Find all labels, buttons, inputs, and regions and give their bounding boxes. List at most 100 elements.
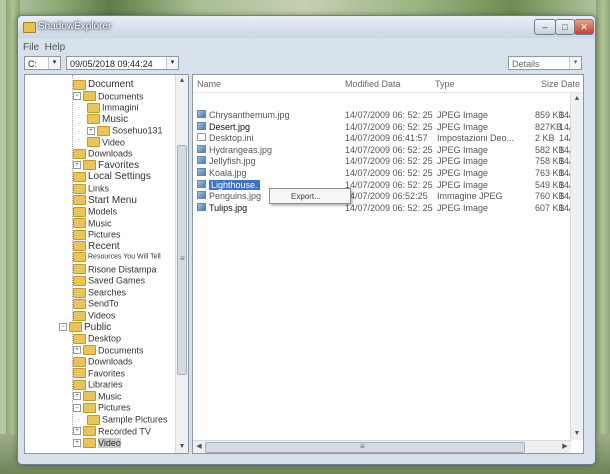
drive-select[interactable]: C: ▾ [24,56,61,70]
list-vertical-scrollbar[interactable]: ▲ ▼ [570,93,583,440]
collapse-icon[interactable]: − [73,92,81,101]
tree-item[interactable]: + Documents [73,345,144,356]
tree-item[interactable]: + Sosehuo131 [87,125,163,136]
tree-item[interactable]: SendTo [73,298,119,310]
tree-item[interactable]: Risone Distampa [73,264,157,275]
scroll-left-icon[interactable]: ◀ [193,441,205,453]
tree-item[interactable]: Music [73,218,112,229]
column-type[interactable]: Type [435,79,455,89]
tree-item[interactable]: + Music [73,391,122,402]
file-type: JPEG Image [437,121,489,132]
tree-item[interactable]: Local Settings [73,171,151,182]
tree-item[interactable]: Video [87,137,125,148]
tree-item[interactable]: − Documents [73,91,144,102]
file-row[interactable]: Koala.jpg 14/07/2009 06: 52: 25 JPEG Image… [195,168,577,179]
tree-item[interactable]: Searches [73,287,126,298]
tree-item[interactable]: − Pictures [73,402,131,414]
tree-item[interactable]: + Favorites [73,160,139,171]
minimize-button[interactable]: – [534,19,556,35]
view-mode-select[interactable]: Details ▾ [508,56,582,70]
tree-item[interactable]: Downloads [73,356,133,367]
column-size[interactable]: Size [541,79,559,89]
list-horizontal-scrollbar[interactable]: ◀ ≡ ▶ [193,440,571,453]
expand-icon[interactable]: + [73,161,81,170]
tree-item[interactable]: Sample Pictures [87,414,168,425]
column-modified[interactable]: Modified Data [345,79,401,89]
file-row[interactable]: Chrysanthemum.jpg 14/07/2009 06: 52: 25 JP… [195,110,582,121]
file-row[interactable]: Lighthouse. 14/07/2009 06: 52: 25 JPEG Ima… [195,179,577,191]
file-name: Hydrangeas.jpg [209,144,273,155]
file-row[interactable]: Penguins.jpg 14/07/2009 06:52:25 Immagine … [195,191,577,202]
tree-item-label: Saved Games [88,275,146,286]
tree-scrollbar[interactable]: ▲ ≡ ▼ [175,75,188,453]
maximize-button[interactable]: □ [555,19,575,35]
file-modified: 14/07/2009 06: 52: 25 [345,168,433,178]
file-modified: 14/07/2009 06: 52: 25 [345,202,433,213]
tree-item[interactable]: + Recorded TV [73,426,151,437]
horizontal-scroll-thumb[interactable]: ≡ [205,442,525,453]
tree-item[interactable]: Downloads [73,148,133,159]
scroll-down-icon[interactable]: ▼ [176,441,188,453]
scroll-up-icon[interactable]: ▲ [176,75,188,87]
collapse-icon[interactable]: − [73,404,81,413]
file-row[interactable]: Hydrangeas.jpg 14/07/2009 06: 52: 25 JPEG … [195,144,577,156]
file-row[interactable]: Desktop.ini 14/07/2009 06:41:57 Impostazio… [195,133,582,144]
tree-item[interactable]: − Public [59,322,111,333]
image-file-icon [197,156,206,165]
expand-icon[interactable]: + [73,392,81,401]
drive-value: C: [28,59,37,69]
expand-icon[interactable]: + [73,346,81,355]
context-menu-export[interactable]: Export... [291,192,321,201]
tree-item-label: Document [88,79,134,90]
tree-scroll-thumb[interactable]: ≡ [177,145,187,375]
menu-help[interactable]: Help [45,42,66,53]
scroll-right-icon[interactable]: ▶ [559,441,571,453]
tree-item[interactable]: Document [73,79,134,90]
file-row[interactable]: Tulips.jpg 14/07/2009 06: 52: 25 JPEG Imag… [195,202,577,214]
tree-item[interactable]: Libraries [73,379,123,390]
collapse-icon[interactable]: − [59,323,67,332]
menu-file[interactable]: File [23,42,39,53]
tree-item[interactable]: + Video [73,437,121,448]
expand-icon[interactable]: + [73,427,81,436]
tree-item[interactable]: Pictures [73,229,121,240]
file-row[interactable]: Desert.jpg 14/07/2009 06: 52: 25 JPEG Imag… [195,121,582,133]
grip-icon: ≡ [180,254,185,263]
file-name: Desktop.ini [209,133,254,144]
tree-item-label: Pictures [88,229,121,240]
folder-icon [73,275,86,286]
scroll-up-icon[interactable]: ▲ [571,93,583,105]
title-bar[interactable]: ShadowExplorer – □ ✕ [18,16,595,38]
header-divider [193,92,583,93]
expand-icon[interactable]: + [87,126,95,135]
tree-item[interactable]: Links [73,183,109,194]
snapshot-date-select[interactable]: 09/05/2018 09:44:24 ▾ [66,56,179,70]
tree-item[interactable]: Desktop [73,333,121,344]
tree-item[interactable]: Start Menu [73,195,137,206]
file-list[interactable]: Name Modified Data Type Size Date Chrysa… [192,74,584,454]
tree-item[interactable]: Immagini [87,102,139,113]
chevron-down-icon[interactable]: ▾ [166,57,178,69]
expand-icon[interactable]: + [73,438,81,447]
tree-item[interactable]: Saved Games [73,275,145,286]
file-type: Impostazioni Deo... [437,133,515,144]
chevron-down-icon[interactable]: ▾ [48,57,60,69]
tree-item[interactable]: Favorites [73,368,125,379]
file-type: JPEG Image [437,110,489,120]
tree-item[interactable]: Videos [73,310,115,321]
tree-item[interactable]: Models [73,206,117,217]
folder-icon [87,102,100,113]
tree-item[interactable]: Recent [73,241,120,252]
tree-item-label: Public [84,321,112,333]
file-modified: 14/07/2009 06:41:57 [345,133,428,144]
folder-tree[interactable]: Document − Documents Immagini Music + Sosehuo1… [24,74,189,454]
column-name[interactable]: Name [197,79,221,89]
column-date[interactable]: Date [561,79,580,89]
scroll-down-icon[interactable]: ▼ [571,428,583,440]
folder-icon [73,333,86,344]
tree-item[interactable]: Music [87,114,128,125]
tree-item[interactable]: Resources You Will Tell [73,252,161,263]
file-row[interactable]: Jellyfish.jpg 14/07/2009 06: 52: 25 JPEG I… [195,156,577,167]
chevron-down-icon[interactable]: ▾ [569,57,581,69]
close-button[interactable]: ✕ [574,19,594,35]
